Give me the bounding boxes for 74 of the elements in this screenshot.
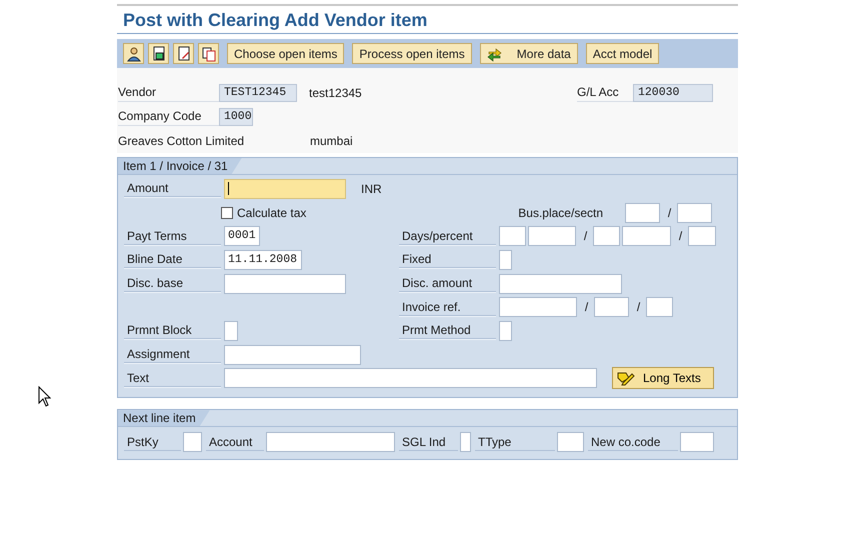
input-field[interactable] (499, 320, 512, 341)
document-edit-icon (176, 46, 192, 62)
input-field[interactable] (224, 368, 597, 388)
input-field[interactable] (528, 226, 576, 246)
input-field[interactable] (594, 297, 629, 318)
city-name: mumbai (310, 134, 353, 148)
field-label: Account (206, 434, 264, 451)
input-field[interactable] (183, 432, 202, 452)
field-label: PstKy (124, 434, 181, 451)
input-field[interactable] (677, 202, 712, 223)
mouse-cursor-icon (38, 386, 51, 407)
checkbox[interactable] (221, 206, 233, 219)
input-field[interactable] (646, 297, 673, 318)
checkbox-label: Calculate tax (237, 206, 306, 220)
field-label: Invoice ref. (399, 298, 496, 316)
field-label: Disc. base (124, 275, 221, 292)
toolbar-button[interactable]: Choose open items (227, 43, 344, 64)
copy-icon (200, 46, 216, 62)
page-title: Post with Clearing Add Vendor item (117, 6, 738, 34)
separator: / (582, 229, 588, 244)
input-field[interactable] (224, 274, 346, 294)
toolbar-button[interactable] (173, 43, 194, 64)
input-field[interactable] (622, 226, 671, 246)
toolbar-button[interactable] (123, 43, 144, 64)
field-label: Fixed (399, 251, 496, 268)
input-field[interactable] (224, 344, 361, 365)
input-field[interactable] (499, 250, 512, 270)
input-field[interactable] (499, 226, 526, 246)
gl-account-field: 120030 (633, 84, 713, 102)
document-icon (150, 46, 166, 62)
toolbar-button[interactable]: Acct model (586, 43, 660, 64)
company-code-field: 1000 (219, 108, 253, 126)
input-field[interactable] (593, 226, 620, 246)
arrows-icon (486, 46, 503, 62)
field-label: Text (124, 370, 221, 387)
field-label: TType (475, 434, 555, 451)
separator: / (584, 300, 590, 314)
vendor-name: test12345 (309, 86, 362, 100)
field-label: Bline Date (124, 251, 221, 268)
separator: / (678, 229, 684, 244)
pencil-note-icon (617, 370, 635, 386)
input-field[interactable] (224, 178, 346, 199)
field-label: Days/percent (399, 228, 496, 245)
toolbar-button[interactable] (148, 43, 169, 64)
input-field[interactable] (499, 274, 622, 294)
input-field[interactable] (688, 226, 716, 246)
field-label: SGL Ind (399, 434, 458, 451)
toolbar-button[interactable]: More data (480, 43, 578, 64)
input-field[interactable] (460, 432, 471, 452)
field-label: Disc. amount (399, 275, 496, 292)
field-label: Prmt Method (399, 322, 496, 340)
field-label: Assignment (124, 346, 221, 364)
toolbar-button[interactable]: Process open items (352, 43, 472, 64)
field-label: Amount (124, 180, 221, 198)
input-field[interactable] (266, 432, 395, 452)
company-name: Greaves Cotton Limited (118, 134, 246, 148)
input-field[interactable] (680, 432, 714, 452)
vendor-field: TEST12345 (219, 84, 297, 102)
separator: / (666, 206, 672, 220)
field-label: New co.code (588, 434, 678, 451)
person-icon (126, 46, 142, 62)
field-label: Bus.place/sectn (517, 204, 603, 221)
input-field[interactable] (625, 202, 660, 223)
currency-label: INR (361, 182, 382, 196)
field-label: Prmnt Block (124, 322, 221, 340)
field-label: Payt Terms (124, 228, 221, 245)
input-field[interactable] (557, 432, 584, 452)
input-field[interactable] (224, 320, 238, 341)
separator: / (636, 300, 642, 314)
toolbar-button[interactable] (198, 43, 219, 64)
input-field[interactable]: 11.11.2008 (224, 250, 302, 270)
input-field[interactable]: 0001 (224, 226, 260, 246)
input-field[interactable] (499, 297, 577, 318)
long-texts-button[interactable]: Long Texts (612, 367, 714, 390)
